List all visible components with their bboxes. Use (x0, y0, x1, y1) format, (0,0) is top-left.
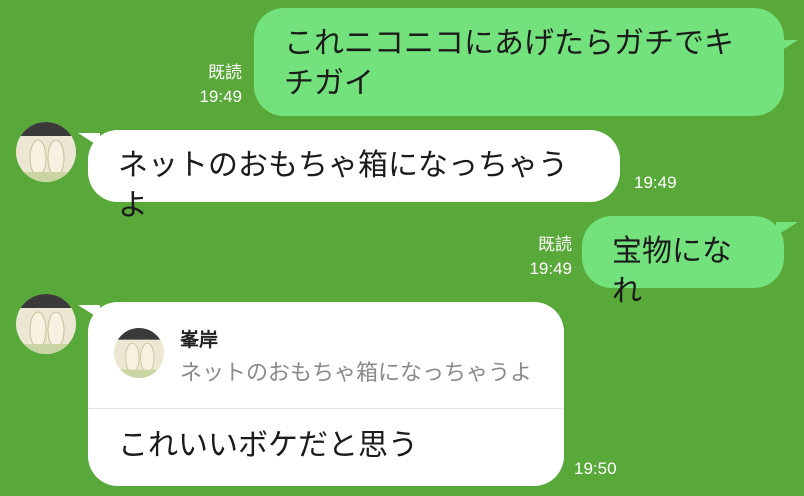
reply-quote[interactable]: 峯岸 ネットのおもちゃ箱になっちゃうよ (88, 302, 564, 409)
message-time: 19:49 (529, 259, 572, 278)
message-time: 19:50 (574, 459, 617, 478)
avatar-dog-icon (114, 328, 164, 378)
message-time: 19:49 (634, 173, 677, 192)
reply-avatar (114, 328, 164, 378)
read-receipt: 既読 (208, 63, 242, 82)
bubble-tail (78, 133, 100, 147)
bubble-tail (776, 222, 798, 236)
read-receipt: 既読 (538, 235, 572, 254)
bubble-tail (776, 40, 798, 54)
avatar-dog-icon (16, 122, 76, 182)
message-time: 19:49 (199, 87, 242, 106)
reply-text: ネットのおもちゃ箱になっちゃうよ (180, 361, 533, 386)
message-bubble[interactable]: これニコニコにあげたらガチでキチガイ (254, 8, 784, 116)
message-bubble[interactable]: 宝物になれ (582, 216, 784, 309)
bubble-tail (78, 305, 100, 319)
message-text: 宝物になれ (612, 234, 732, 309)
message-text: ネットのおもちゃ箱になっちゃうよ (118, 148, 568, 223)
reply-author: 峯岸 (180, 329, 219, 351)
message-bubble[interactable]: ネットのおもちゃ箱になっちゃうよ (88, 130, 620, 223)
message-text: これいいボケだと思う (118, 428, 418, 463)
avatar-dog-icon (16, 294, 76, 354)
avatar[interactable] (16, 294, 76, 354)
avatar[interactable] (16, 122, 76, 182)
message-text: これニコニコにあげたらガチでキチガイ (284, 26, 734, 101)
message-bubble[interactable]: 峯岸 ネットのおもちゃ箱になっちゃうよ これいいボケだと思う (88, 302, 564, 486)
